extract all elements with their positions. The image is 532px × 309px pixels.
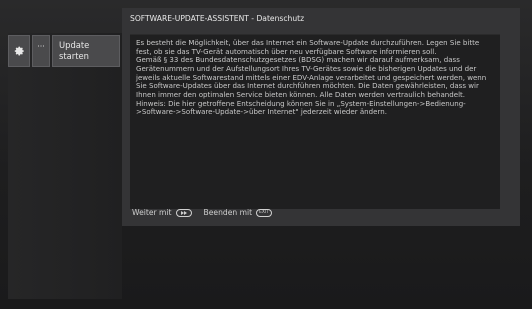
exit-label: Beenden mit [203, 208, 253, 217]
hint-paragraph: Hinweis: Die hier getroffene Entscheidun… [136, 98, 466, 117]
text-scrollbar[interactable] [504, 34, 514, 209]
privacy-paragraph: Gemäß § 33 des Bundesdatenschutzgesetzes… [136, 55, 487, 99]
dialog-title: SOFTWARE-UPDATE-ASSISTENT - Datenschutz [130, 14, 305, 23]
more-options-label: ··· [37, 42, 45, 51]
dialog-footer: Weiter mit Beenden mit EXIT [132, 208, 280, 217]
settings-button[interactable] [8, 35, 30, 67]
gear-icon [14, 46, 24, 56]
more-options-button[interactable]: ··· [32, 35, 50, 67]
update-start-label: Update starten [59, 40, 90, 61]
privacy-text-panel[interactable]: Es besteht die Möglichkeit, über das Int… [130, 34, 500, 209]
exit-key-icon[interactable]: EXIT [256, 208, 273, 217]
software-update-dialog: SOFTWARE-UPDATE-ASSISTENT - Datenschutz … [122, 8, 520, 226]
update-start-button[interactable]: Update starten [52, 35, 120, 67]
continue-label: Weiter mit [132, 208, 172, 217]
forward-key-icon[interactable] [175, 208, 192, 217]
intro-paragraph: Es besteht die Möglichkeit, über das Int… [136, 38, 480, 56]
sidebar-rail [8, 33, 122, 299]
